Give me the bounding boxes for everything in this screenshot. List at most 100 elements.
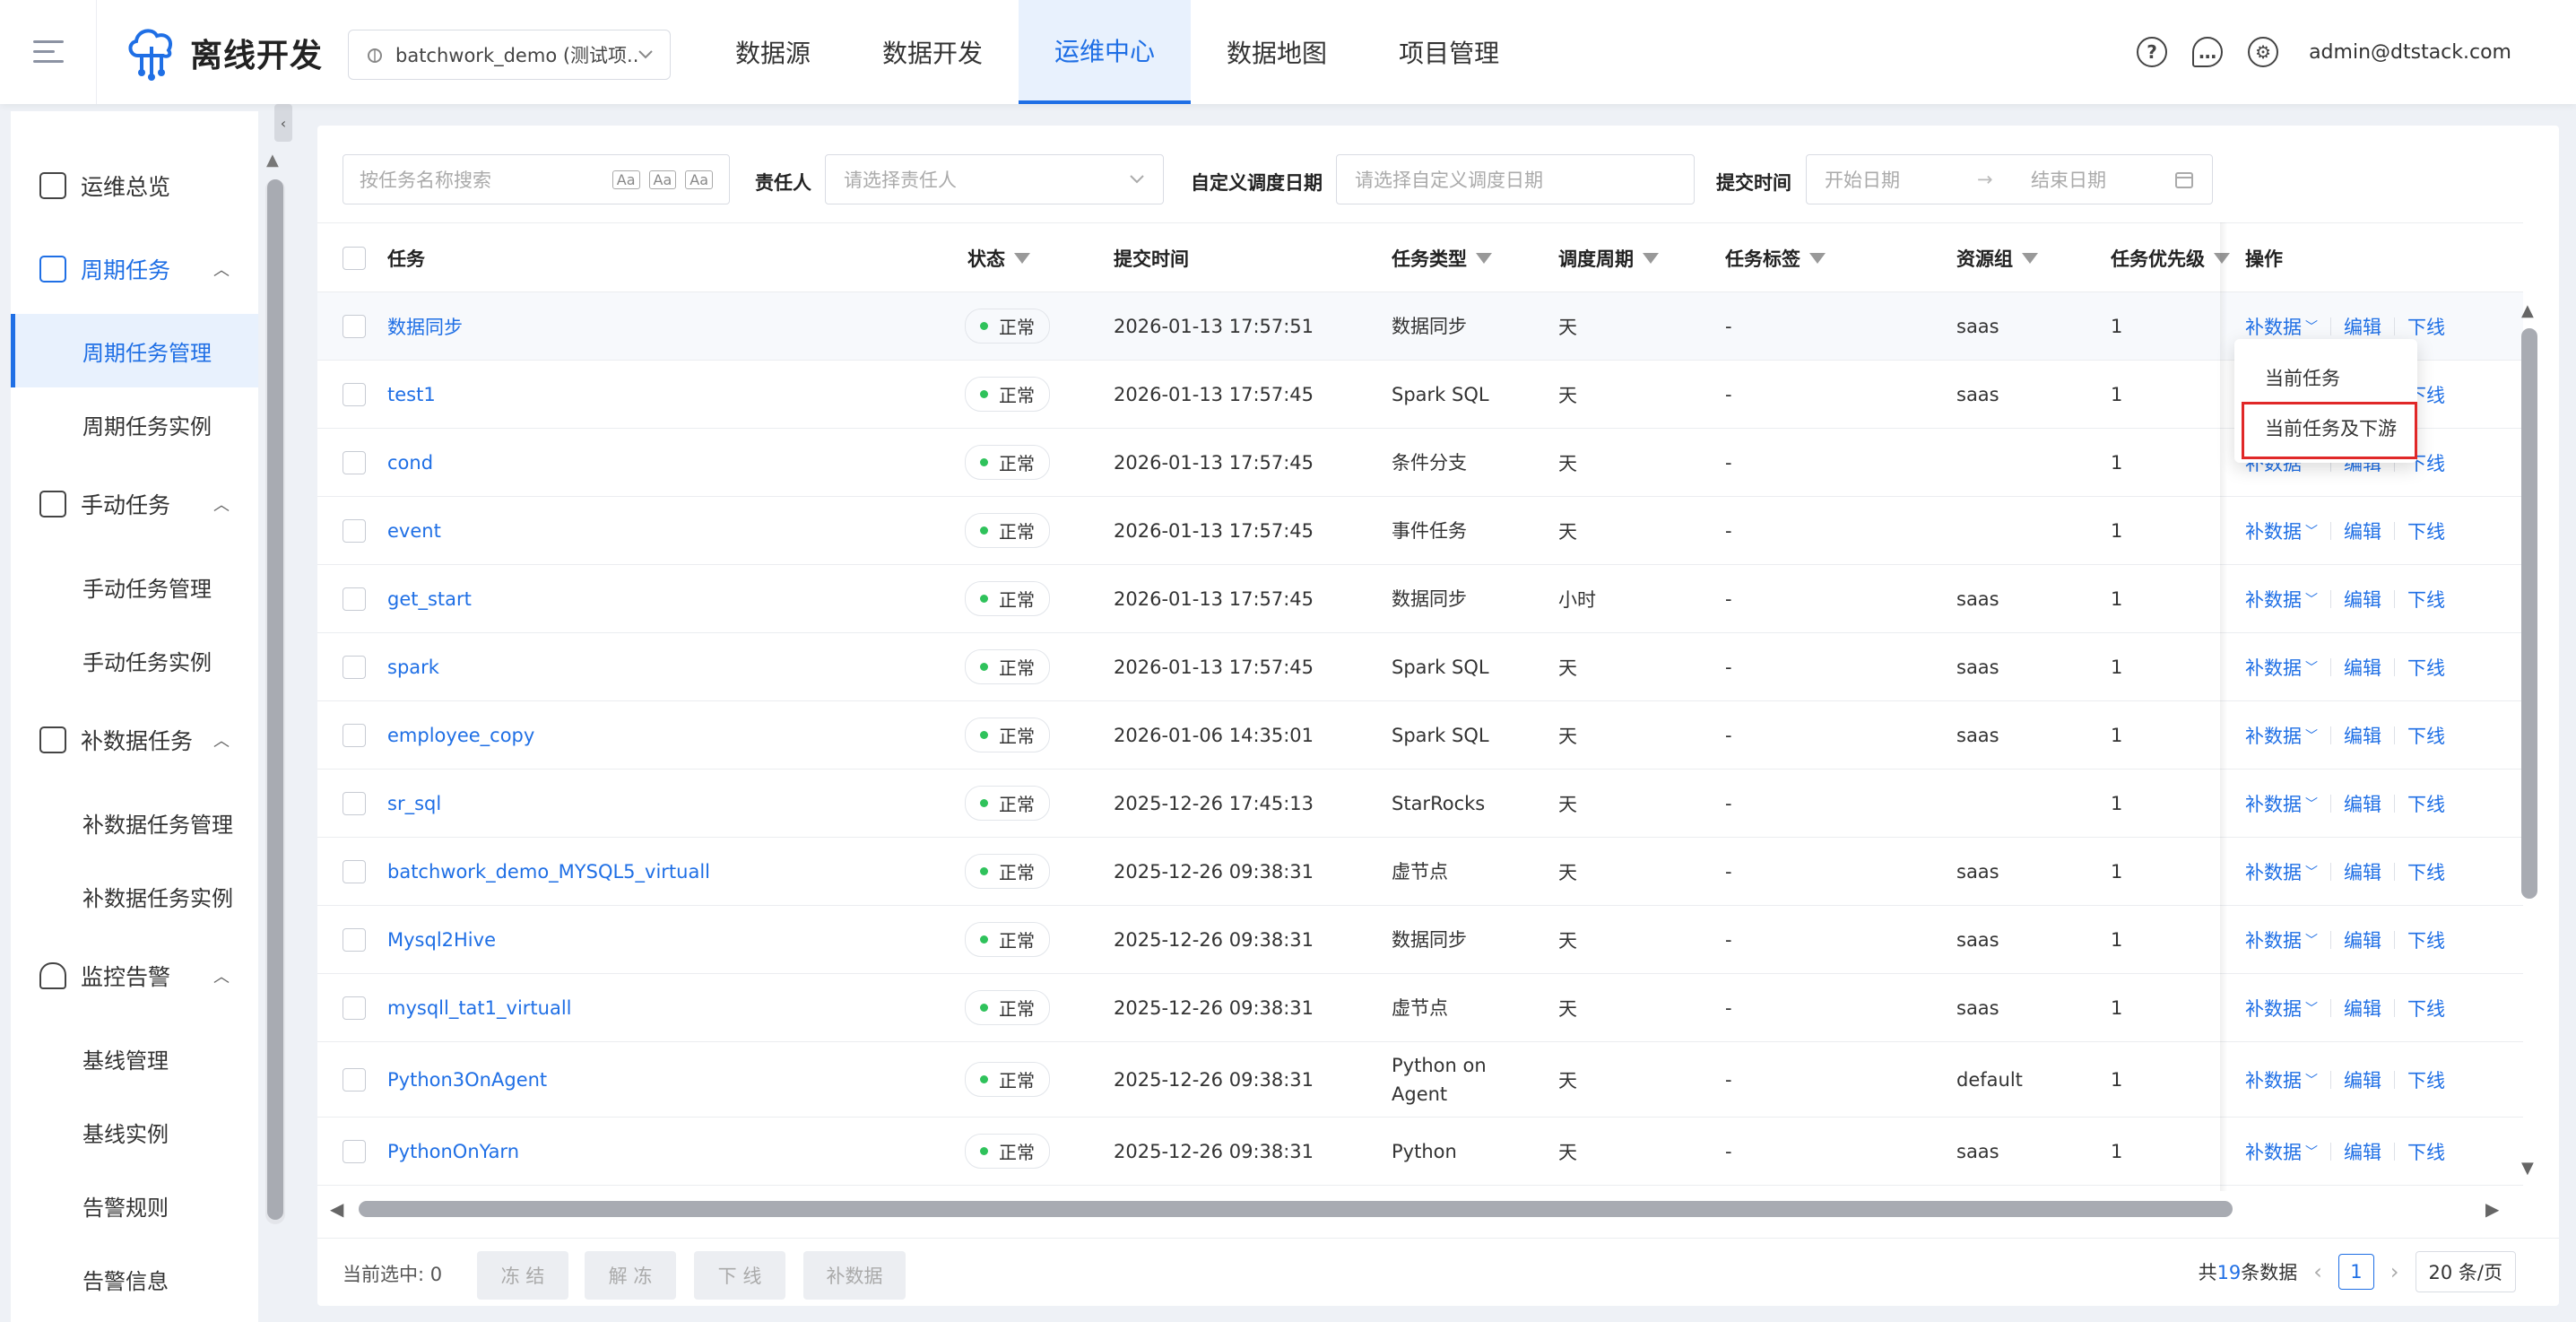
filter-icon[interactable]	[2022, 253, 2038, 264]
table-row[interactable]: get_start 正常 2026-01-13 17:57:45 数据同步 小时 - saa…	[317, 565, 2523, 633]
select-all-checkbox[interactable]	[343, 223, 366, 293]
row-checkbox[interactable]	[343, 429, 366, 496]
table-row[interactable]: 数据同步 正常 2026-01-13 17:57:51 数据同步 天 - saas 1 补数据 ﹀…	[317, 292, 2523, 361]
table-row[interactable]: PythonOnYarn 正常 2025-12-26 09:38:31 Python 天…	[317, 1118, 2523, 1186]
sidebar-item-baseline-manage[interactable]: 基线管理	[11, 1022, 258, 1095]
sidebar-item-backfill-manage[interactable]: 补数据任务管理	[11, 786, 258, 859]
task-name-link[interactable]: Python3OnAgent	[387, 1042, 547, 1117]
nav-operations[interactable]: 运维中心	[1019, 0, 1192, 104]
prev-page-icon[interactable]: ‹	[2313, 1259, 2322, 1284]
row-checkbox[interactable]	[343, 974, 366, 1041]
offline-link[interactable]: 下线	[2407, 586, 2445, 613]
backfill-link[interactable]: 补数据	[2245, 517, 2302, 544]
backfill-link[interactable]: 补数据	[2245, 1138, 2302, 1165]
row-checkbox[interactable]	[343, 633, 366, 700]
row-checkbox[interactable]	[343, 1118, 366, 1185]
backfill-link[interactable]: 补数据	[2245, 586, 2302, 613]
edit-link[interactable]: 编辑	[2344, 517, 2381, 544]
task-name-link[interactable]: batchwork_demo_MYSQL5_virtuall	[387, 838, 710, 905]
scroll-right-icon[interactable]: ▶	[2485, 1198, 2499, 1220]
offline-button[interactable]: 下 线	[694, 1251, 785, 1300]
nav-development[interactable]: 数据开发	[846, 0, 1019, 104]
offline-link[interactable]: 下线	[2407, 790, 2445, 817]
sidebar-collapse-button[interactable]: ‹	[274, 104, 292, 142]
sidebar-item-backfill-instance[interactable]: 补数据任务实例	[11, 859, 258, 933]
table-row[interactable]: cond 正常 2026-01-13 17:57:45 条件分支天 -1 补数据 ﹀ 编辑 下线	[317, 429, 2523, 497]
filter-icon[interactable]	[1476, 253, 1492, 264]
table-row[interactable]: test1 正常 2026-01-13 17:57:45 Spark SQL 天 - saa…	[317, 361, 2523, 429]
edit-link[interactable]: 编辑	[2344, 654, 2381, 681]
match-regex-toggle[interactable]: Aa	[685, 170, 713, 189]
table-row[interactable]: spark 正常 2026-01-13 17:57:45 Spark SQL 天 - saa…	[317, 633, 2523, 701]
app-logo[interactable]: 离线开发	[126, 25, 323, 81]
nav-datasource[interactable]: 数据源	[699, 0, 846, 104]
page-number[interactable]: 1	[2337, 1254, 2374, 1290]
task-name-link[interactable]: PythonOnYarn	[387, 1118, 519, 1185]
sidebar-item-alert-rules[interactable]: 告警规则	[11, 1169, 258, 1242]
sidebar-item-baseline-instance[interactable]: 基线实例	[11, 1095, 258, 1169]
sidebar-scrollbar[interactable]	[265, 179, 285, 1224]
help-icon[interactable]: ?	[2137, 37, 2168, 67]
backfill-button[interactable]: 补数据	[803, 1251, 906, 1300]
message-icon[interactable]: …	[2192, 37, 2224, 67]
task-search-input[interactable]: 按任务名称搜索 Aa Aa Aa	[343, 154, 730, 204]
table-row[interactable]: batchwork_demo_MYSQL5_virtuall 正常 2025-12-…	[317, 838, 2523, 906]
sidebar-item-manual-instance[interactable]: 手动任务实例	[11, 623, 258, 697]
page-size-select[interactable]: 20 条/页	[2415, 1251, 2516, 1292]
table-vertical-scrollbar[interactable]: ▲ ▼	[2518, 301, 2539, 1180]
table-horizontal-scrollbar[interactable]: ◀ ▶	[330, 1198, 2518, 1220]
filter-icon[interactable]	[1809, 253, 1826, 264]
gear-icon[interactable]: ⚙	[2248, 37, 2279, 67]
offline-link[interactable]: 下线	[2407, 517, 2445, 544]
offline-link[interactable]: 下线	[2407, 926, 2445, 953]
chevron-down-icon[interactable]: ﹀	[2305, 658, 2318, 676]
edit-link[interactable]: 编辑	[2344, 995, 2381, 1022]
backfill-link[interactable]: 补数据	[2245, 654, 2302, 681]
chevron-down-icon[interactable]: ﹀	[2305, 931, 2318, 949]
sidebar-group-manual[interactable]: 手动任务 ︿	[11, 473, 258, 535]
filter-icon[interactable]	[1643, 253, 1659, 264]
edit-link[interactable]: 编辑	[2344, 858, 2381, 885]
backfill-link[interactable]: 补数据	[2245, 790, 2302, 817]
task-name-link[interactable]: 数据同步	[387, 292, 463, 360]
row-checkbox[interactable]	[343, 770, 366, 837]
match-case-toggle[interactable]: Aa	[611, 170, 640, 189]
table-row[interactable]: Mysql2Hive 正常 2025-12-26 09:38:31 数据同步 天 - saa…	[317, 906, 2523, 974]
user-account[interactable]: admin@dtstack.com	[2309, 41, 2511, 64]
row-checkbox[interactable]	[343, 906, 366, 973]
chevron-down-icon[interactable]: ﹀	[2305, 590, 2318, 608]
sidebar-item-periodic-instance[interactable]: 周期任务实例	[11, 387, 258, 461]
offline-link[interactable]: 下线	[2407, 1138, 2445, 1165]
backfill-link[interactable]: 补数据	[2245, 313, 2302, 340]
sidebar-item-periodic-manage[interactable]: 周期任务管理	[11, 314, 258, 387]
filter-icon[interactable]	[1014, 253, 1030, 264]
edit-link[interactable]: 编辑	[2344, 1066, 2381, 1093]
chevron-down-icon[interactable]: ﹀	[2305, 726, 2318, 744]
task-name-link[interactable]: spark	[387, 633, 439, 700]
match-word-toggle[interactable]: Aa	[648, 170, 677, 189]
task-name-link[interactable]: mysqll_tat1_virtuall	[387, 974, 572, 1041]
offline-link[interactable]: 下线	[2407, 654, 2445, 681]
task-name-link[interactable]: get_start	[387, 565, 472, 632]
col-priority[interactable]: 任务优先级	[2111, 223, 2230, 293]
col-task-type[interactable]: 任务类型	[1392, 223, 1492, 293]
chevron-down-icon[interactable]: ﹀	[2305, 522, 2318, 540]
chevron-down-icon[interactable]: ﹀	[2305, 795, 2318, 813]
menu-item-current-task[interactable]: 当前任务	[2234, 353, 2417, 402]
sidebar-group-monitor[interactable]: 监控告警 ︿	[11, 944, 258, 1007]
task-name-link[interactable]: Mysql2Hive	[387, 906, 496, 973]
chevron-down-icon[interactable]: ﹀	[2305, 317, 2318, 335]
task-name-link[interactable]: cond	[387, 429, 433, 496]
scrollbar-thumb[interactable]	[359, 1201, 2233, 1217]
col-status[interactable]: 状态	[967, 223, 1030, 293]
offline-link[interactable]: 下线	[2407, 1066, 2445, 1093]
sidebar-item-alert-info[interactable]: 告警信息	[11, 1242, 258, 1316]
sidebar-item-manual-manage[interactable]: 手动任务管理	[11, 550, 258, 623]
edit-link[interactable]: 编辑	[2344, 1138, 2381, 1165]
task-name-link[interactable]: test1	[387, 361, 436, 428]
sidebar-item-overview[interactable]: 运维总览	[11, 154, 258, 217]
table-row[interactable]: mysqll_tat1_virtuall 正常 2025-12-26 09:38:3…	[317, 974, 2523, 1042]
scrollbar-thumb[interactable]	[2521, 328, 2537, 899]
chevron-down-icon[interactable]: ﹀	[2305, 999, 2318, 1017]
menu-toggle-button[interactable]	[0, 0, 97, 104]
